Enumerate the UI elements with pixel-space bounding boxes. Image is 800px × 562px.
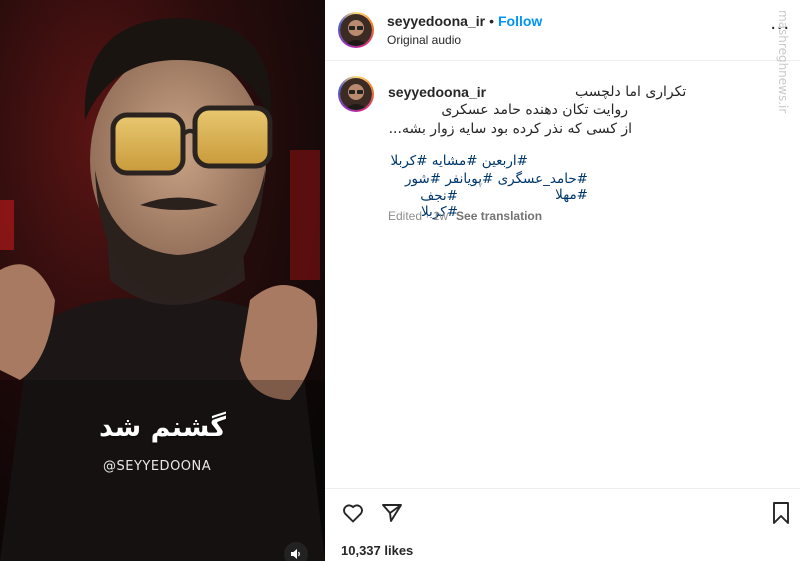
video-frame bbox=[0, 0, 325, 561]
caption-line-2: روایت تکان دهنده حامد عسکری bbox=[441, 102, 628, 118]
meta-separator: · bbox=[422, 209, 433, 223]
edited-label: Edited bbox=[388, 209, 423, 223]
like-heart-icon[interactable] bbox=[341, 501, 365, 525]
header-username[interactable]: seyyedoona_ir bbox=[387, 13, 485, 29]
header-separator: • bbox=[489, 13, 494, 29]
caption-username[interactable]: seyyedoona_ir bbox=[388, 84, 486, 100]
video-watermark: @SEYYEDOONA bbox=[103, 459, 212, 474]
post-age[interactable]: 1w bbox=[433, 209, 448, 223]
site-watermark: mashreghnews.ir bbox=[776, 10, 790, 114]
audio-label[interactable]: Original audio bbox=[387, 33, 461, 47]
mute-button[interactable] bbox=[284, 542, 308, 561]
avatar-photo bbox=[340, 14, 372, 46]
save-bookmark-icon[interactable] bbox=[770, 501, 792, 525]
action-bar: 10,337 likes bbox=[325, 488, 800, 562]
follow-button[interactable]: Follow bbox=[498, 13, 542, 29]
speaker-icon bbox=[291, 549, 300, 559]
share-send-icon[interactable] bbox=[380, 501, 404, 525]
caption-line-3: از کسی که نذر کرده بود سایه زوار بشه... bbox=[388, 121, 632, 137]
avatar-photo bbox=[340, 78, 372, 110]
post-meta: Edited · 1w See translation bbox=[388, 209, 542, 223]
video-player[interactable]: گشنم شد @SEYYEDOONA bbox=[0, 0, 325, 561]
video-caption-overlay: گشنم شد bbox=[99, 412, 226, 443]
post-panel: seyyedoona_ir • Follow Original audio ... … bbox=[325, 0, 800, 561]
caption-author-avatar[interactable] bbox=[338, 76, 374, 112]
caption-line-1: تکراری اما دلچسب bbox=[575, 84, 687, 100]
see-translation-button[interactable]: See translation bbox=[456, 209, 542, 223]
post-header: seyyedoona_ir • Follow Original audio ... bbox=[325, 0, 800, 61]
hashtag-line-1[interactable]: #اربعین #مشایه #کربلا bbox=[388, 153, 528, 169]
author-avatar[interactable] bbox=[338, 12, 374, 48]
likes-count[interactable]: 10,337 likes bbox=[341, 543, 413, 558]
